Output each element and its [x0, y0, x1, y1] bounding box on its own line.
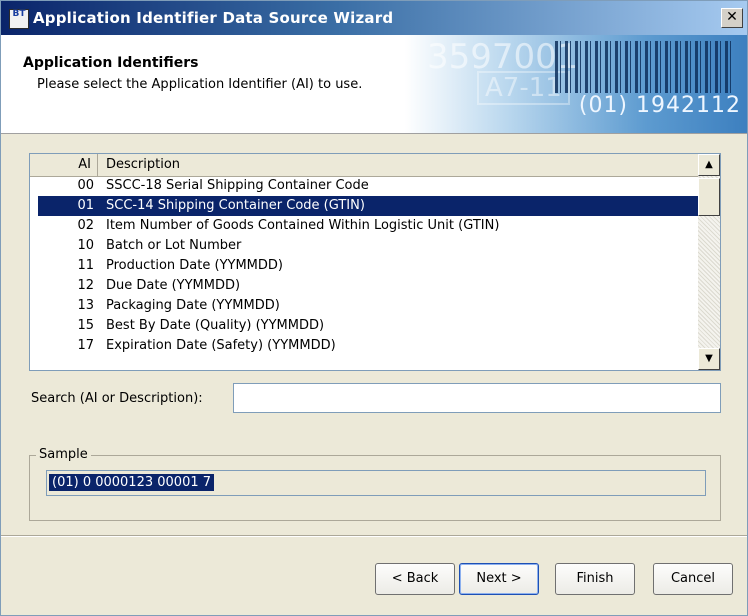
list-item[interactable]: 13 Packaging Date (YYMMDD) — [30, 296, 698, 316]
list-item-ai: 10 — [77, 238, 94, 253]
wizard-body: AI Description 00 SSCC-18 Serial Shipping… — [1, 133, 747, 533]
list-item[interactable]: 02 Item Number of Goods Contained Within … — [30, 216, 698, 236]
finish-button[interactable]: Finish — [555, 563, 635, 595]
list-item-ai: 13 — [77, 298, 94, 313]
list-rows: 00 SSCC-18 Serial Shipping Container Code… — [30, 176, 698, 356]
list-header: AI Description — [30, 154, 698, 177]
wizard-window: BT Application Identifier Data Source Wi… — [0, 0, 748, 616]
list-item[interactable]: 17 Expiration Date (Safety) (YYMMDD) — [30, 336, 698, 356]
search-label: Search (AI or Description): — [31, 391, 203, 406]
close-icon: ✕ — [726, 9, 738, 25]
page-title: Application Identifiers — [23, 55, 199, 71]
window-title: Application Identifier Data Source Wizar… — [33, 9, 394, 27]
column-header-description[interactable]: Description — [106, 154, 180, 176]
list-item-description: Packaging Date (YYMMDD) — [106, 298, 280, 313]
sample-value: (01) 0 0000123 00001 7 — [49, 474, 215, 491]
search-input[interactable] — [233, 383, 721, 413]
list-item[interactable]: 10 Batch or Lot Number — [30, 236, 698, 256]
barcode-icon — [555, 41, 735, 93]
arrow-down-icon: ▼ — [705, 353, 713, 364]
list-item-ai: 00 — [77, 178, 94, 193]
page-subtitle: Please select the Application Identifier… — [37, 77, 363, 92]
app-icon: BT — [9, 9, 29, 29]
column-header-ai[interactable]: AI — [30, 154, 98, 176]
scroll-thumb[interactable] — [698, 178, 720, 216]
list-item-description: Best By Date (Quality) (YYMMDD) — [106, 318, 325, 333]
arrow-up-icon: ▲ — [705, 159, 713, 170]
list-item-description: SSCC-18 Serial Shipping Container Code — [106, 178, 369, 193]
cancel-button[interactable]: Cancel — [653, 563, 733, 595]
wizard-header: 3597001 A7-11 (01) 1942112 Application I… — [1, 35, 747, 134]
list-item[interactable]: 00 SSCC-18 Serial Shipping Container Code — [30, 176, 698, 196]
divider — [1, 535, 747, 537]
back-button[interactable]: < Back — [375, 563, 455, 595]
app-icon-text: BT — [12, 9, 26, 19]
list-item-selected[interactable]: 01 SCC-14 Shipping Container Code (GTIN) — [38, 196, 698, 216]
sample-group: Sample (01) 0 0000123 00001 7 — [29, 447, 721, 521]
ai-list[interactable]: AI Description 00 SSCC-18 Serial Shipping… — [29, 153, 721, 371]
list-item[interactable]: 15 Best By Date (Quality) (YYMMDD) — [30, 316, 698, 336]
list-item-ai: 01 — [77, 198, 94, 213]
list-item-ai: 17 — [77, 338, 94, 353]
barcode-banner-image: 3597001 A7-11 (01) 1942112 — [405, 35, 747, 133]
list-item-description: Due Date (YYMMDD) — [106, 278, 241, 293]
close-button[interactable]: ✕ — [721, 8, 743, 28]
list-item-ai: 02 — [77, 218, 94, 233]
list-item-description: Production Date (YYMMDD) — [106, 258, 283, 273]
next-button[interactable]: Next > — [459, 563, 539, 595]
banner-code-text: (01) 1942112 — [578, 93, 741, 118]
list-item-description: Expiration Date (Safety) (YYMMDD) — [106, 338, 336, 353]
list-item[interactable]: 11 Production Date (YYMMDD) — [30, 256, 698, 276]
sample-field[interactable]: (01) 0 0000123 00001 7 — [46, 470, 706, 496]
list-item-description: SCC-14 Shipping Container Code (GTIN) — [106, 198, 365, 213]
scroll-up-button[interactable]: ▲ — [698, 154, 720, 176]
sample-legend: Sample — [36, 447, 91, 462]
list-item-ai: 12 — [77, 278, 94, 293]
list-item-ai: 11 — [77, 258, 94, 273]
list-item-ai: 15 — [77, 318, 94, 333]
title-bar[interactable]: BT Application Identifier Data Source Wi… — [1, 1, 747, 35]
scroll-down-button[interactable]: ▼ — [698, 348, 720, 370]
list-item[interactable]: 12 Due Date (YYMMDD) — [30, 276, 698, 296]
list-item-description: Item Number of Goods Contained Within Lo… — [106, 218, 500, 233]
list-scrollbar[interactable]: ▲ ▼ — [698, 154, 720, 370]
list-item-description: Batch or Lot Number — [106, 238, 242, 253]
